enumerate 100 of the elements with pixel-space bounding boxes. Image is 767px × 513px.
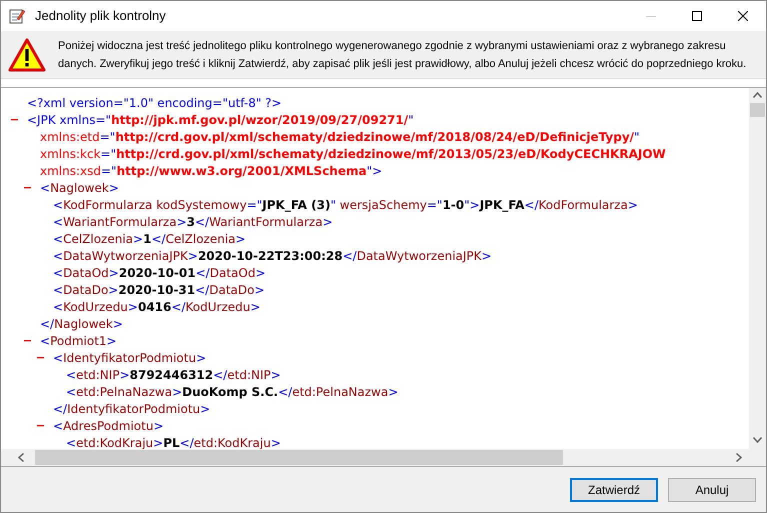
- xml-markup: </: [171, 298, 186, 316]
- xml-markup: <: [53, 298, 64, 316]
- xml-markup: >: [153, 418, 164, 434]
- xml-tag-name: IdentyfikatorPodmiotu: [67, 400, 200, 418]
- xml-tag-name: CelZlozenia: [63, 230, 134, 248]
- xml-tag-name: DataDo: [63, 282, 108, 298]
- collapse-icon[interactable]: [24, 337, 31, 344]
- xml-tag-name: etd:KodKraju: [194, 434, 271, 449]
- scroll-down-icon[interactable]: [753, 437, 762, 443]
- xml-value: 2020-10-01: [118, 264, 196, 282]
- xml-markup: <JPK xmlns=": [27, 112, 112, 128]
- xml-markup: =": [100, 128, 116, 146]
- xml-value: JPK_FA: [480, 196, 524, 214]
- xml-markup: <: [66, 384, 76, 400]
- close-icon[interactable]: [738, 11, 748, 21]
- scrollbar-thumb[interactable]: [35, 450, 563, 465]
- xml-markup: </: [278, 384, 292, 400]
- xml-markup: <: [53, 418, 64, 434]
- xml-markup: </: [342, 248, 357, 264]
- xml-markup: </: [213, 366, 228, 384]
- scroll-right-icon[interactable]: [736, 453, 742, 462]
- xml-markup: </: [40, 316, 54, 332]
- xml-markup: </: [195, 282, 210, 298]
- xml-markup: ": [408, 112, 414, 128]
- xml-markup: <: [53, 230, 64, 248]
- xml-markup: </: [53, 400, 68, 418]
- xml-tag-name: KodFormularza: [538, 196, 628, 214]
- xml-markup: >: [388, 384, 398, 400]
- xml-tag-name: DataOd: [210, 264, 256, 282]
- xml-value: 0416: [138, 298, 172, 316]
- xml-markup: </: [194, 214, 210, 230]
- xml-attribute-value: http://crd.gov.pl/xml/schematy/dziedzinowe/mf/2018/08/24/eD/DefinicjeTypy/: [115, 128, 634, 146]
- xml-markup: >: [108, 180, 119, 196]
- xml-markup: ">: [464, 196, 480, 212]
- xml-markup: </: [151, 230, 166, 248]
- xml-markup: >: [254, 282, 265, 298]
- xml-tag-name: CelZlozenia: [166, 230, 236, 248]
- horizontal-scrollbar[interactable]: [1, 449, 766, 466]
- xml-tag-name: etd:PelnaNazwa: [76, 384, 172, 400]
- xml-attribute-value: http://crd.gov.pl/xml/schematy/dziedzinowe/mf/2013/05/23/eD/KodyCECHKRAJOW: [116, 146, 666, 162]
- scroll-left-icon[interactable]: [18, 453, 24, 462]
- xml-value: JPK_FA (3): [262, 196, 330, 214]
- xml-markup: >: [236, 230, 246, 248]
- xml-tag-name: DataWytworzeniaJPK: [63, 248, 188, 264]
- xml-markup: <: [53, 264, 64, 282]
- xml-markup: >: [270, 366, 281, 384]
- xml-tag-name: etd:PelnaNazwa: [292, 384, 388, 400]
- collapse-icon[interactable]: [24, 184, 31, 191]
- xml-markup: =": [100, 146, 116, 162]
- scroll-up-icon[interactable]: [753, 92, 762, 98]
- xml-tag-name: Podmiot1: [50, 332, 107, 350]
- xml-markup: >: [322, 214, 333, 230]
- xml-attribute: xmlns:kck: [40, 146, 101, 162]
- xml-attribute-value: http://www.w3.org/2001/XMLSchema: [116, 162, 367, 180]
- dialog-button[interactable]: Zatwierdź: [570, 478, 658, 502]
- xml-markup: >: [250, 298, 260, 316]
- xml-markup: <: [40, 180, 50, 196]
- vertical-scrollbar[interactable]: [749, 88, 766, 449]
- xml-markup: >: [196, 350, 206, 366]
- xml-markup: >: [112, 316, 123, 332]
- xml-value: 2020-10-31: [118, 282, 196, 298]
- xml-markup: >: [108, 264, 119, 282]
- xml-markup: ">: [366, 162, 382, 180]
- xml-markup: >: [188, 248, 198, 264]
- xml-tag-name: Naglowek: [54, 316, 113, 332]
- xml-attribute: xmlns:xsd: [40, 162, 101, 180]
- xml-value: 1-0: [442, 196, 464, 214]
- xml-value: 1: [143, 230, 152, 248]
- xml-markup: >: [120, 366, 130, 384]
- xml-value: DuoKomp S.C.: [182, 384, 278, 400]
- xml-value: 3: [186, 214, 195, 230]
- xml-markup: >: [108, 282, 118, 298]
- xml-tag-name: KodUrzedu: [186, 298, 250, 316]
- collapse-icon[interactable]: [11, 116, 18, 123]
- xml-tag-name: DataWytworzeniaJPK: [356, 248, 482, 264]
- xml-markup: >: [133, 230, 144, 248]
- xml-markup: >: [106, 332, 117, 350]
- info-message: Poniżej widoczna jest treść jednolitego pliku kontrolnego wygenerowanego zgodnie z wybranymi ustawieniami oraz z wybranego zakresu danych. Zweryfikuj jego treść i kliknij Zatwierdź, aby zapisać plik jeśli jest prawidłowy, albo Anuluj jeżeli chcesz wrócić do poprzedniego kroku.: [58, 38, 748, 72]
- warning-icon: [8, 38, 46, 72]
- dialog-button[interactable]: Anuluj: [668, 478, 756, 502]
- xml-tag-name: DataOd: [63, 264, 109, 282]
- xml-tag-name: KodFormularza kodSystemowy: [63, 196, 247, 214]
- xml-tag-name: WariantFormularza: [209, 214, 323, 230]
- xml-attribute-value: http://jpk.mf.gov.pl/wzor/2019/09/27/09271/: [111, 112, 408, 128]
- xml-markup: >: [200, 400, 210, 418]
- scrollbar-thumb[interactable]: [750, 103, 765, 117]
- window-title: Jednolity plik kontrolny: [35, 7, 166, 26]
- xml-tag-name: IdentyfikatorPodmiotu: [63, 350, 196, 366]
- xml-markup: ": [634, 128, 640, 146]
- notepad-pencil-icon: [9, 8, 25, 24]
- collapse-icon[interactable]: [37, 354, 44, 361]
- xml-markup: >: [176, 214, 187, 230]
- collapse-icon[interactable]: [37, 422, 44, 429]
- xml-tag-name: etd:NIP: [227, 366, 271, 384]
- xml-markup: =": [426, 196, 442, 214]
- xml-value: 8792446312: [130, 366, 214, 384]
- xml-tag-name: AdresPodmiotu: [63, 418, 154, 434]
- xml-value: PL: [163, 434, 180, 449]
- xml-tag-name: KodUrzedu: [63, 298, 128, 316]
- xml-markup: <: [40, 332, 50, 350]
